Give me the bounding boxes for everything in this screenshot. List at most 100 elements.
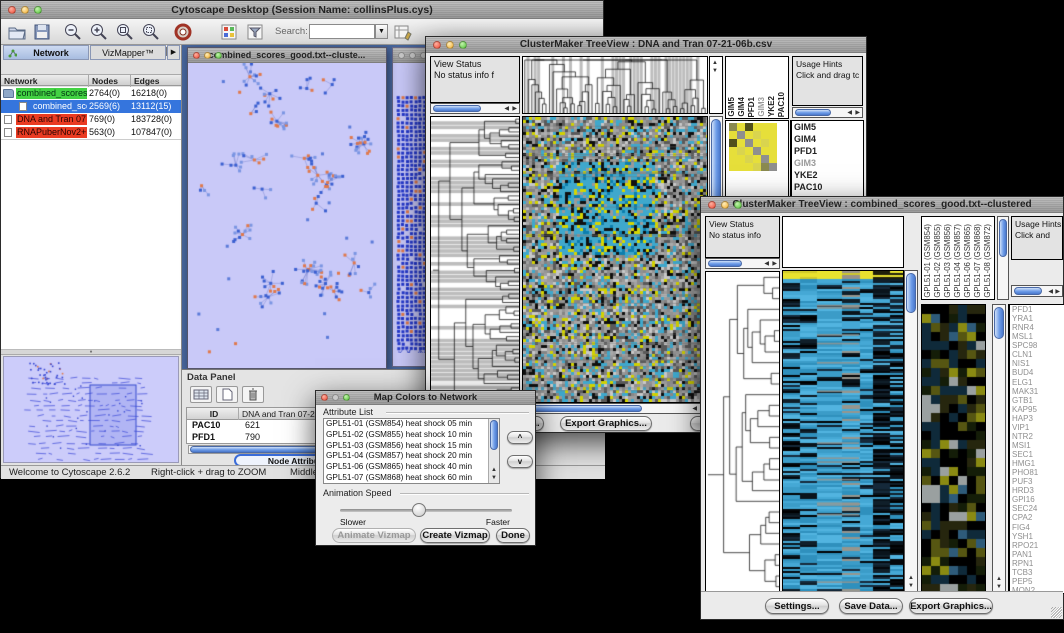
gene-row-label[interactable]: PFD1: [792, 145, 863, 157]
zoomview-heatmap-panel[interactable]: [921, 304, 986, 594]
minimize-button[interactable]: [332, 394, 339, 401]
row-dendrogram-panel[interactable]: [705, 271, 780, 593]
minimize-button[interactable]: [721, 201, 729, 209]
header-network[interactable]: Network: [1, 75, 89, 87]
speed-slider-track[interactable]: [340, 509, 512, 512]
gene-column-label[interactable]: YKE2: [767, 96, 777, 117]
matrix-cell[interactable]: [769, 155, 777, 163]
array-column-label[interactable]: GPL51-07 (GSM868): [973, 224, 983, 298]
gene-label[interactable]: NIS1: [1010, 359, 1064, 368]
gene-label[interactable]: YSH1: [1010, 532, 1064, 541]
matrix-cell[interactable]: [745, 155, 753, 163]
gene-label[interactable]: RPN1: [1010, 559, 1064, 568]
gene-label[interactable]: RPO21: [1010, 541, 1064, 550]
matrix-cell[interactable]: [745, 131, 753, 139]
gene-label[interactable]: MSI1: [1010, 441, 1064, 450]
network-row[interactable]: combined_sco 2569(6) 13112(15): [1, 100, 181, 113]
zoom-button[interactable]: [459, 41, 467, 49]
scroll-thumb[interactable]: [490, 420, 498, 450]
array-column-label[interactable]: GPL51-04 (GSM857): [953, 224, 963, 298]
matrix-cell[interactable]: [761, 139, 769, 147]
attribute-select-icon[interactable]: [190, 386, 212, 403]
zoom-button[interactable]: [215, 52, 222, 59]
gene-label[interactable]: PUF3: [1010, 477, 1064, 486]
filter-icon[interactable]: [245, 22, 265, 42]
gene-label[interactable]: CPA2: [1010, 513, 1064, 522]
column-scroll-strip[interactable]: ▲ ▼: [709, 56, 723, 114]
matrix-cell[interactable]: [761, 163, 769, 171]
table-edit-icon[interactable]: [393, 22, 413, 42]
scroll-down-arrow[interactable]: ▼: [491, 474, 497, 482]
scroll-thumb[interactable]: [906, 273, 916, 313]
array-column-label[interactable]: GPL51-08 (GSM872): [983, 224, 993, 298]
gene-label[interactable]: KAP95: [1010, 405, 1064, 414]
matrix-cell[interactable]: [737, 139, 745, 147]
gene-label[interactable]: VIP1: [1010, 423, 1064, 432]
matrix-cell[interactable]: [761, 123, 769, 131]
usage-hints-hscrollbar[interactable]: ◀ ▶: [1011, 285, 1063, 297]
close-button[interactable]: [433, 41, 441, 49]
close-button[interactable]: [398, 52, 405, 59]
minimize-button[interactable]: [409, 52, 416, 59]
gene-label[interactable]: TCB3: [1010, 568, 1064, 577]
scroll-thumb[interactable]: [708, 260, 742, 267]
network-overview-panel[interactable]: [3, 356, 179, 463]
move-down-button[interactable]: v: [507, 455, 533, 468]
matrix-cell[interactable]: [769, 131, 777, 139]
gene-label[interactable]: GPI16: [1010, 495, 1064, 504]
matrix-cell[interactable]: [769, 139, 777, 147]
matrix-cell[interactable]: [745, 123, 753, 131]
scroll-down-arrow[interactable]: ▼: [908, 582, 914, 590]
matrix-cell[interactable]: [737, 123, 745, 131]
matrix-cell[interactable]: [753, 123, 761, 131]
heatmap-panel[interactable]: [522, 116, 708, 403]
scroll-thumb[interactable]: [994, 307, 1004, 339]
matrix-cell[interactable]: [729, 139, 737, 147]
network-canvas[interactable]: [188, 63, 386, 368]
scroll-right-arrow[interactable]: ▶: [1055, 288, 1060, 296]
attribute-item[interactable]: GPL51-04 (GSM857) heat shock 20 min: [324, 451, 499, 462]
scroll-up-arrow[interactable]: ▲: [908, 574, 914, 582]
network-window-1-titlebar[interactable]: combined_scores_good.txt--cluste...: [188, 48, 386, 63]
close-button[interactable]: [8, 6, 16, 14]
tab-network[interactable]: Network: [3, 45, 89, 60]
gene-label[interactable]: HMG1: [1010, 459, 1064, 468]
matrix-cell[interactable]: [761, 131, 769, 139]
gene-column-label[interactable]: PFD1: [747, 97, 757, 117]
zoom-out-icon[interactable]: [63, 22, 83, 42]
matrix-cell[interactable]: [753, 155, 761, 163]
search-dropdown-arrow[interactable]: ▼: [375, 24, 388, 39]
scroll-left-arrow[interactable]: ◀: [847, 109, 852, 117]
export-graphics-button[interactable]: Export Graphics...: [909, 598, 993, 614]
gene-label[interactable]: HRD3: [1010, 486, 1064, 495]
usage-hints-hscrollbar[interactable]: ◀ ▶: [792, 107, 863, 118]
zoomview-vscrollbar[interactable]: ▲ ▼: [992, 304, 1006, 594]
matrix-cell[interactable]: [745, 147, 753, 155]
minimize-button[interactable]: [446, 41, 454, 49]
array-column-label[interactable]: GPL51-01 (GSM854): [923, 224, 933, 298]
matrix-cell[interactable]: [737, 155, 745, 163]
gene-label[interactable]: SEC24: [1010, 504, 1064, 513]
matrix-cell[interactable]: [753, 139, 761, 147]
scroll-up-arrow[interactable]: ▲: [996, 575, 1002, 583]
matrix-cell[interactable]: [753, 147, 761, 155]
done-button[interactable]: Done: [496, 528, 530, 543]
scroll-right-arrow[interactable]: ▶: [772, 260, 777, 268]
treeview1-titlebar[interactable]: ClusterMaker TreeView : DNA and Tran 07-…: [426, 37, 866, 53]
matrix-cell[interactable]: [729, 155, 737, 163]
array-column-label[interactable]: GPL51-03 (GSM856): [943, 224, 953, 298]
delete-attribute-trash-icon[interactable]: [242, 386, 264, 403]
zoomview-matrix[interactable]: [729, 123, 777, 171]
network-row[interactable]: RNAPuberNov2+ 563(0) 107847(0): [1, 126, 181, 139]
view-status-hscrollbar[interactable]: ◀ ▶: [430, 103, 520, 114]
gene-row-label[interactable]: GIM5: [792, 121, 863, 133]
gene-label[interactable]: SEC1: [1010, 450, 1064, 459]
header-id[interactable]: ID: [187, 408, 239, 420]
move-up-button[interactable]: ^: [507, 431, 533, 444]
zoom-button[interactable]: [34, 6, 42, 14]
gene-column-label[interactable]: PAC10: [777, 92, 787, 117]
treeview2-titlebar[interactable]: ClusterMaker TreeView : combined_scores_…: [701, 197, 1063, 213]
attribute-item[interactable]: GPL51-03 (GSM856) heat shock 15 min: [324, 441, 499, 452]
gene-label[interactable]: HAP3: [1010, 414, 1064, 423]
gene-row-label[interactable]: GIM3: [792, 157, 863, 169]
